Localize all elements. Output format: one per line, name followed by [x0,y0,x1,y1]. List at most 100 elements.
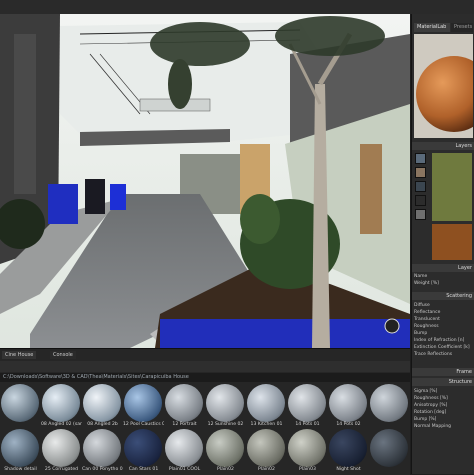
material-thumb[interactable]: 12 Portrait [164,384,205,429]
thumb-label: 12 Sunshine 02 [207,422,244,427]
sphere-icon [1,429,39,467]
sphere-icon [206,429,244,467]
material-thumb[interactable] [369,384,410,429]
thumb-label: 12 Portrait [172,422,197,427]
material-thumb[interactable] [369,429,410,474]
structure-row[interactable]: Roughness [%] [414,395,473,402]
sphere-icon [124,429,162,467]
material-thumb[interactable] [0,384,41,429]
scatter-row[interactable]: Index of Refraction [n] [414,337,473,344]
scatter-label: Index of Refraction [n] [414,338,465,343]
material-thumb[interactable]: 12 Pool Caustics 02 [123,384,164,429]
material-thumb[interactable]: Plain01 COOL [164,429,205,474]
sphere-icon [206,384,244,422]
path-bar[interactable]: C:\Downloads\Software\3D & CAD\Thea\Mate… [0,373,410,382]
structure-label: Anisotropy [%] [414,403,448,408]
tab-presets[interactable]: Presets [451,23,473,32]
material-thumb[interactable]: 14 Pots 02 [328,384,369,429]
material-preview[interactable] [414,34,474,138]
thumb-label [369,421,410,429]
tab-materiallab[interactable]: MaterialLab [414,23,450,32]
structure-row[interactable]: Anisotropy [%] [414,402,473,409]
scatter-row[interactable]: Translucent [414,316,473,323]
material-thumb[interactable]: Night Shot [328,429,369,474]
browser-toolbar [0,361,410,372]
sphere-icon [42,384,80,422]
structure-section-header[interactable]: Structure [412,378,474,386]
scatter-row[interactable]: Roughness [414,323,473,330]
material-thumb[interactable]: Can Stars 01 [123,429,164,474]
scatter-label: Extinction Coefficient [k] [414,345,470,350]
sphere-icon [165,384,203,422]
material-thumb[interactable]: 12 Sunshine 02 [205,384,246,429]
thumb-label: Plain01 COOL [168,467,201,472]
scattering-section-header[interactable]: Scattering [412,292,474,300]
sphere-icon [288,384,326,422]
material-thumb[interactable]: 13 Kitchen 01 [246,384,287,429]
layer-swatch-icon[interactable] [415,153,426,164]
sphere-icon [288,429,326,467]
layer-swatch-icon[interactable] [415,181,426,192]
layer-name-label: Name [414,274,428,279]
sphere-icon [370,384,408,422]
thumb-label: 25 Corrugated [44,467,79,472]
layer-swatch-icon[interactable] [415,195,426,206]
thumb-label: Plain02 [258,467,275,472]
tab-console[interactable]: Console [50,351,76,359]
rendered-scene [0,14,410,348]
render-viewport[interactable] [0,14,410,348]
texture-thumbnail[interactable] [432,153,472,221]
thumb-label: Plain03 [299,467,316,472]
material-thumb[interactable]: Plain03 [287,429,328,474]
thumb-label: 13 Kitchen 01 [250,422,283,427]
layer-weight-label: Weight [%] [414,281,439,286]
layers-section-header[interactable]: Layers [412,142,474,150]
scatter-row[interactable]: Bump [414,330,473,337]
wood-texture-thumbnail[interactable] [432,224,472,260]
layer-section-header[interactable]: Layer [412,264,474,272]
material-thumb[interactable]: Plain02 [246,429,287,474]
sphere-icon [83,384,121,422]
thumb-label [369,466,410,474]
thumb-label: Night Shot [336,467,361,472]
layer-swatch-icon[interactable] [415,209,426,220]
material-thumb[interactable]: Plain02 [205,429,246,474]
structure-row[interactable]: Sigma [%] [414,388,473,395]
structure-row[interactable]: Bump [%] [414,416,473,423]
sphere-icon [329,429,367,467]
tab-cine-house[interactable]: Cine House [2,351,37,359]
material-sphere-icon [414,34,474,138]
sphere-icon [42,429,80,467]
sphere-icon [83,429,121,467]
material-thumb[interactable]: Can 00 Ponytho 01 [82,429,123,474]
sphere-icon [329,384,367,422]
structure-row[interactable]: Rotation [deg] [414,409,473,416]
frame-section-header[interactable]: Frame [412,368,474,376]
scatter-row[interactable]: Trace Reflections [414,351,473,358]
thumb-label [0,421,41,429]
thumb-label: Shadow detail [4,467,37,472]
layer-name-row[interactable]: Name [414,273,473,280]
thumb-label: 08 Angled 2b [87,422,118,427]
scatter-row[interactable]: Extinction Coefficient [k] [414,344,473,351]
thumb-label: Plain02 [217,467,234,472]
material-thumb[interactable]: 14 Pots 01 [287,384,328,429]
scatter-row[interactable]: Diffuse [414,302,473,309]
app-titlebar [0,0,474,14]
layer-swatch-icon[interactable] [415,167,426,178]
scatter-label: Reflectance [414,310,441,315]
scatter-label: Roughness [414,324,439,329]
material-thumb[interactable]: 08 Angled 02 (sane) [41,384,82,429]
material-editor-panel: MaterialLab Presets Layers Layer Name We… [411,14,474,474]
thumb-label: 12 Pool Caustics 02 [123,422,164,427]
material-thumb[interactable]: 08 Angled 2b [82,384,123,429]
scatter-label: Bump [414,331,428,336]
scatter-row[interactable]: Reflectance [414,309,473,316]
layer-weight-row[interactable]: Weight [%] [414,280,473,287]
scatter-label: Translucent [414,317,440,322]
thumb-label: Can Stars 01 [128,467,159,472]
structure-row[interactable]: Normal Mapping [414,423,473,430]
sphere-icon [165,429,203,467]
material-thumb[interactable]: Shadow detail [0,429,41,474]
material-thumb[interactable]: 25 Corrugated [41,429,82,474]
